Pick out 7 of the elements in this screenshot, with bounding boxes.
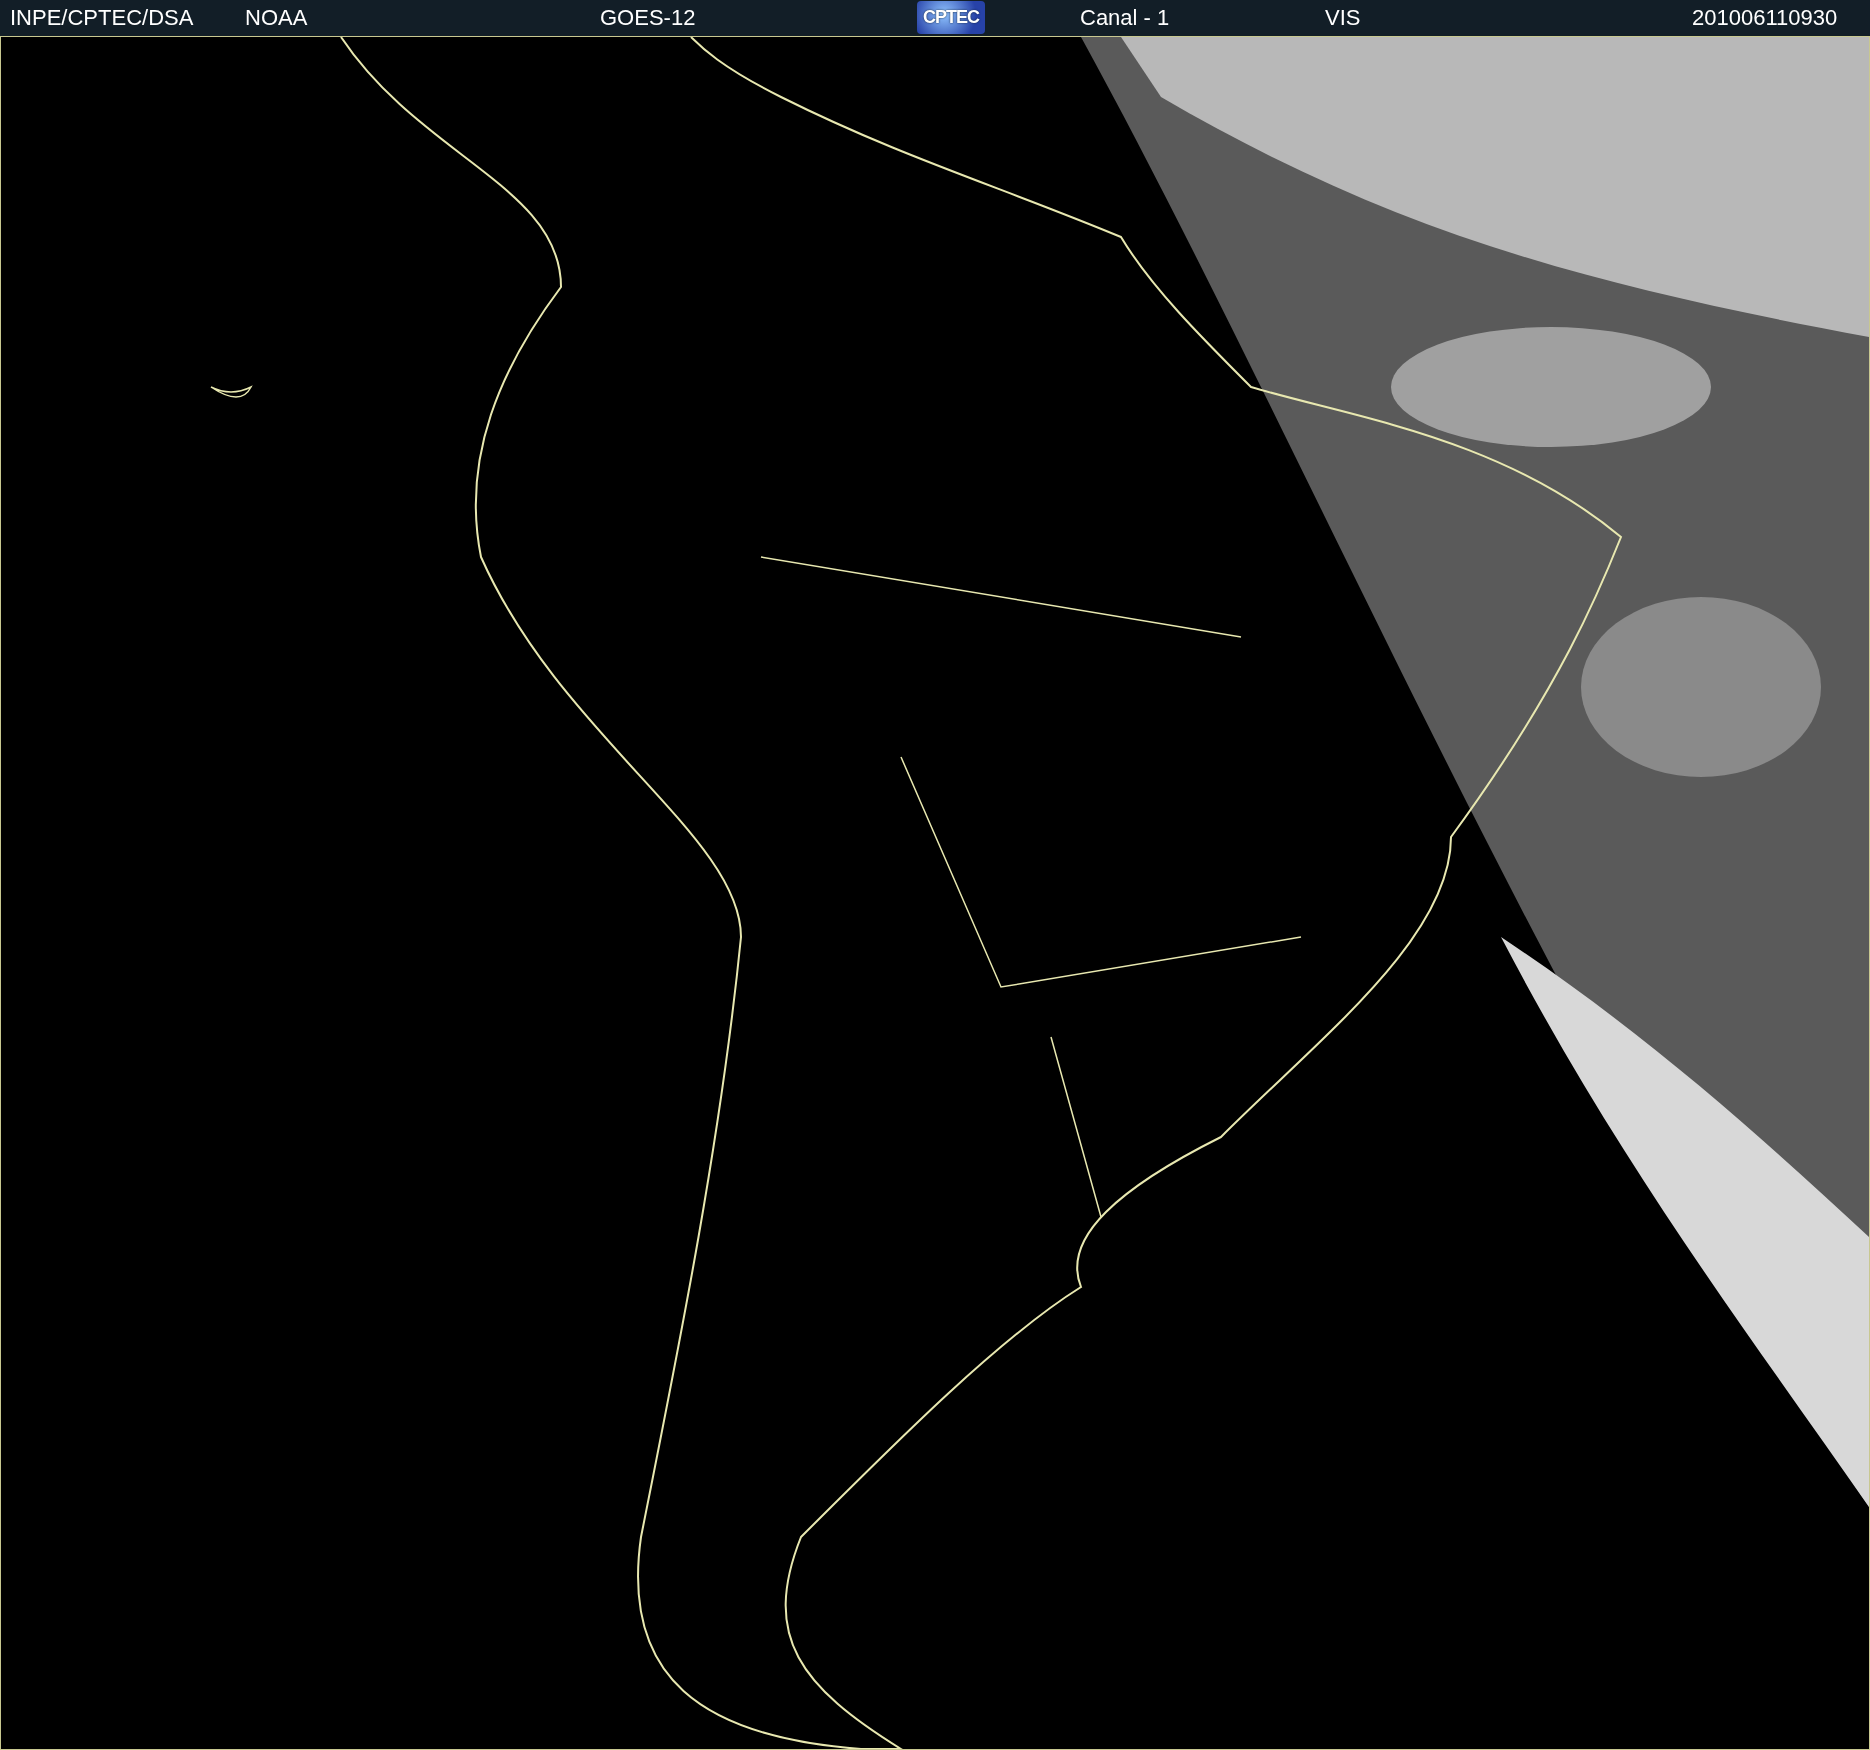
logo: CPTEC xyxy=(917,1,985,34)
header-label: INPE/CPTEC/DSA xyxy=(10,6,194,30)
header-label: GOES-12 xyxy=(600,6,696,30)
header-label: NOAA xyxy=(245,6,308,30)
header-label: 201006110930 xyxy=(1692,6,1838,30)
header-label: Canal - 1 xyxy=(1080,6,1170,30)
header-label: VIS xyxy=(1325,6,1361,30)
